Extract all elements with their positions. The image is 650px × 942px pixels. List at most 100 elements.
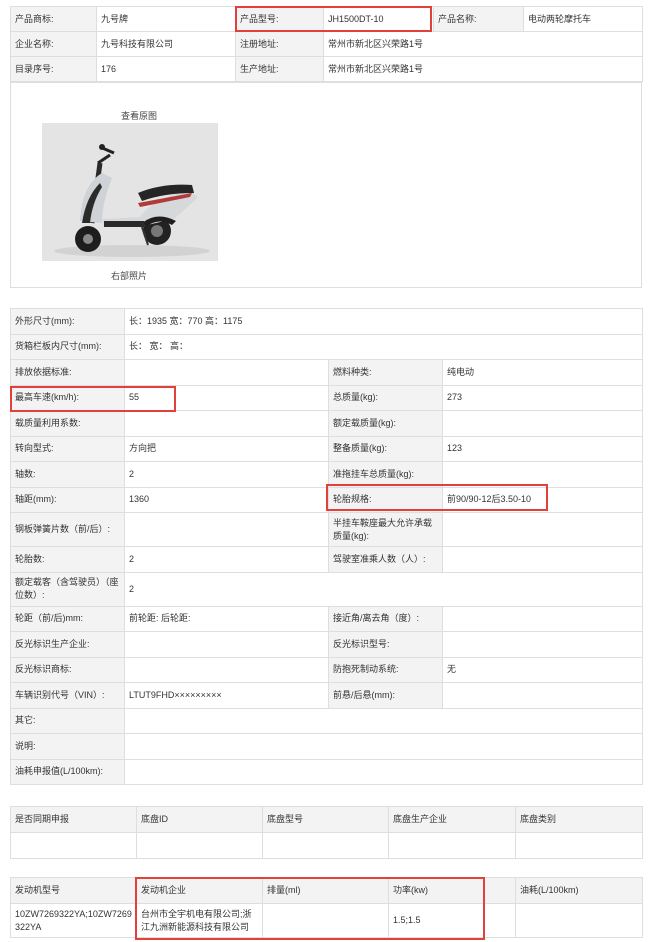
table-row: 外形尺寸(mm): 长：1935 宽：770 高：1175 bbox=[10, 308, 644, 335]
wheelbase-value: 1360 bbox=[124, 486, 329, 513]
tire-count-label: 轮胎数: bbox=[10, 546, 125, 573]
table-row: 排放依据标准: 燃料种类: 纯电动 bbox=[10, 359, 644, 386]
engine-displacement-value bbox=[262, 903, 389, 938]
leaf-spring-label: 钢板弹簧片数（前/后）: bbox=[10, 512, 125, 547]
reflector-brand-value bbox=[124, 656, 329, 683]
company-value: 九号科技有限公司 bbox=[96, 31, 236, 57]
outer-size-label: 外形尺寸(mm): bbox=[10, 308, 125, 335]
table-row: 转向型式: 方向把 整备质量(kg): 123 bbox=[10, 435, 644, 462]
saddle-load-value bbox=[441, 512, 644, 547]
table-row: 轮距（前/后)mm: 前轮距: 后轮距: 接近角/离去角（度）: bbox=[10, 605, 644, 632]
other-value bbox=[123, 707, 644, 734]
production-address-label: 生产地址: bbox=[235, 56, 324, 82]
table-row: 车辆识别代号（VIN）: LTUT9FHD××××××××× 前悬/后悬(mm)… bbox=[10, 682, 644, 709]
wheelbase-label: 轴距(mm): bbox=[10, 486, 125, 513]
table-row: 额定载客（含驾驶员）（座位数）: 2 bbox=[10, 571, 644, 607]
fuel-consumption-label: 油耗申报值(L/100km): bbox=[10, 758, 125, 785]
approach-angle-value bbox=[441, 605, 644, 632]
product-info-table: 产品商标: 九号牌 产品型号: JH1500DT-10 产品名称: 电动两轮摩托… bbox=[10, 6, 643, 82]
chassis-cell bbox=[262, 832, 389, 859]
tire-spec-value: 前90/90-12后3.50-10 bbox=[441, 486, 644, 513]
table-row: 企业名称: 九号科技有限公司 注册地址: 常州市新北区兴荣路1号 bbox=[10, 31, 643, 57]
rated-load-mass-label: 额定载质量(kg): bbox=[328, 410, 443, 437]
table-row: 反光标识生产企业: 反光标识型号: bbox=[10, 631, 644, 658]
reflector-maker-value bbox=[124, 631, 329, 658]
engine-header-model: 发动机型号 bbox=[10, 877, 137, 904]
approach-angle-label: 接近角/离去角（度）: bbox=[328, 605, 443, 632]
tire-count-value: 2 bbox=[124, 546, 329, 573]
trailer-mass-label: 准拖挂车总质量(kg): bbox=[328, 461, 443, 488]
spec-table: 外形尺寸(mm): 长：1935 宽：770 高：1175 货箱栏板内尺寸(mm… bbox=[10, 308, 644, 785]
leaf-spring-value bbox=[124, 512, 329, 547]
curb-weight-label: 整备质量(kg): bbox=[328, 435, 443, 462]
chassis-header-concurrent: 是否同期申报 bbox=[10, 806, 137, 833]
engine-fuel-value bbox=[515, 903, 643, 938]
outer-size-value: 长：1935 宽：770 高：1175 bbox=[123, 308, 644, 335]
chassis-cell bbox=[10, 832, 137, 859]
engine-header-maker: 发动机企业 bbox=[136, 877, 263, 904]
scooter-photo[interactable] bbox=[42, 123, 218, 261]
scooter-illustration bbox=[42, 123, 218, 261]
reflector-maker-label: 反光标识生产企业: bbox=[10, 631, 125, 658]
rated-passengers-label: 额定载客（含驾驶员）（座位数）: bbox=[10, 571, 125, 607]
track-width-value: 前轮距: 后轮距: bbox=[124, 605, 329, 632]
vin-label: 车辆识别代号（VIN）: bbox=[10, 682, 125, 709]
trailer-mass-value bbox=[441, 461, 644, 488]
view-original-link[interactable]: 查看原图 bbox=[121, 109, 157, 122]
chassis-cell bbox=[388, 832, 516, 859]
engine-header-power: 功率(kw) bbox=[388, 877, 516, 904]
steering-type-value: 方向把 bbox=[124, 435, 329, 462]
fuel-type-value: 纯电动 bbox=[441, 359, 644, 386]
notes-value bbox=[123, 733, 644, 760]
emission-standard-label: 排放依据标准: bbox=[10, 359, 125, 386]
company-label: 企业名称: bbox=[10, 31, 97, 57]
rated-passengers-value: 2 bbox=[123, 571, 644, 607]
chassis-header-id: 底盘ID bbox=[136, 806, 263, 833]
table-row: 发动机型号 发动机企业 排量(ml) 功率(kw) 油耗(L/100km) bbox=[10, 877, 643, 904]
reflector-model-label: 反光标识型号: bbox=[328, 631, 443, 658]
load-coefficient-value bbox=[124, 410, 329, 437]
tire-spec-label: 轮胎规格: bbox=[328, 486, 443, 513]
model-label: 产品型号: bbox=[235, 6, 324, 32]
fuel-type-label: 燃料种类: bbox=[328, 359, 443, 386]
engine-table: 发动机型号 发动机企业 排量(ml) 功率(kw) 油耗(L/100km) 10… bbox=[10, 877, 643, 938]
chassis-header-category: 底盘类别 bbox=[515, 806, 643, 833]
chassis-cell bbox=[515, 832, 643, 859]
chassis-header-maker: 底盘生产企业 bbox=[388, 806, 516, 833]
trademark-label: 产品商标: bbox=[10, 6, 97, 32]
registered-address-value: 常州市新北区兴荣路1号 bbox=[323, 31, 643, 57]
chassis-header-model: 底盘型号 bbox=[262, 806, 389, 833]
table-row: 载质量利用系数: 额定载质量(kg): bbox=[10, 410, 644, 437]
table-row: 钢板弹簧片数（前/后）: 半挂车鞍座最大允许承载质量(kg): bbox=[10, 512, 644, 547]
overhang-label: 前悬/后悬(mm): bbox=[328, 682, 443, 709]
table-row: 油耗申报值(L/100km): bbox=[10, 758, 644, 785]
table-row: 是否同期申报 底盘ID 底盘型号 底盘生产企业 底盘类别 bbox=[10, 806, 643, 833]
model-value: JH1500DT-10 bbox=[323, 6, 434, 32]
curb-weight-value: 123 bbox=[441, 435, 644, 462]
reflector-model-value bbox=[441, 631, 644, 658]
max-speed-label: 最高车速(km/h): bbox=[10, 384, 125, 411]
table-row: 10ZW7269322YA;10ZW7269322YA 台州市全宇机电有限公司;… bbox=[10, 903, 643, 938]
engine-model-value: 10ZW7269322YA;10ZW7269322YA bbox=[10, 903, 137, 938]
photo-caption: 右部照片 bbox=[111, 271, 148, 281]
engine-header-fuel: 油耗(L/100km) bbox=[515, 877, 643, 904]
cab-passengers-label: 驾驶室准乘人数（人）: bbox=[328, 546, 443, 573]
saddle-load-label: 半挂车鞍座最大允许承载质量(kg): bbox=[328, 512, 443, 547]
cargo-size-label: 货箱栏板内尺寸(mm): bbox=[10, 333, 125, 360]
overhang-value bbox=[441, 682, 644, 709]
chassis-table: 是否同期申报 底盘ID 底盘型号 底盘生产企业 底盘类别 bbox=[10, 806, 643, 859]
axle-count-label: 轴数: bbox=[10, 461, 125, 488]
fuel-consumption-value bbox=[123, 758, 644, 785]
table-row bbox=[10, 832, 643, 859]
table-row: 货箱栏板内尺寸(mm): 长： 宽： 高： bbox=[10, 333, 644, 360]
table-row: 说明: bbox=[10, 733, 644, 760]
table-row: 产品商标: 九号牌 产品型号: JH1500DT-10 产品名称: 电动两轮摩托… bbox=[10, 6, 643, 32]
abs-label: 防抱死制动系统: bbox=[328, 656, 443, 683]
rated-load-mass-value bbox=[441, 410, 644, 437]
track-width-label: 轮距（前/后)mm: bbox=[10, 605, 125, 632]
total-mass-value: 273 bbox=[441, 384, 644, 411]
notes-label: 说明: bbox=[10, 733, 125, 760]
table-row: 目录序号: 176 生产地址: 常州市新北区兴荣路1号 bbox=[10, 56, 643, 82]
product-name-label: 产品名称: bbox=[433, 6, 524, 32]
registered-address-label: 注册地址: bbox=[235, 31, 324, 57]
